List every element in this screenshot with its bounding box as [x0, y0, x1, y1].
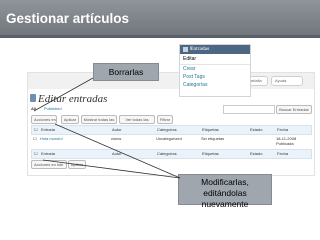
delete-connector: [33, 77, 94, 112]
callout-connector-lines: [33, 77, 181, 179]
